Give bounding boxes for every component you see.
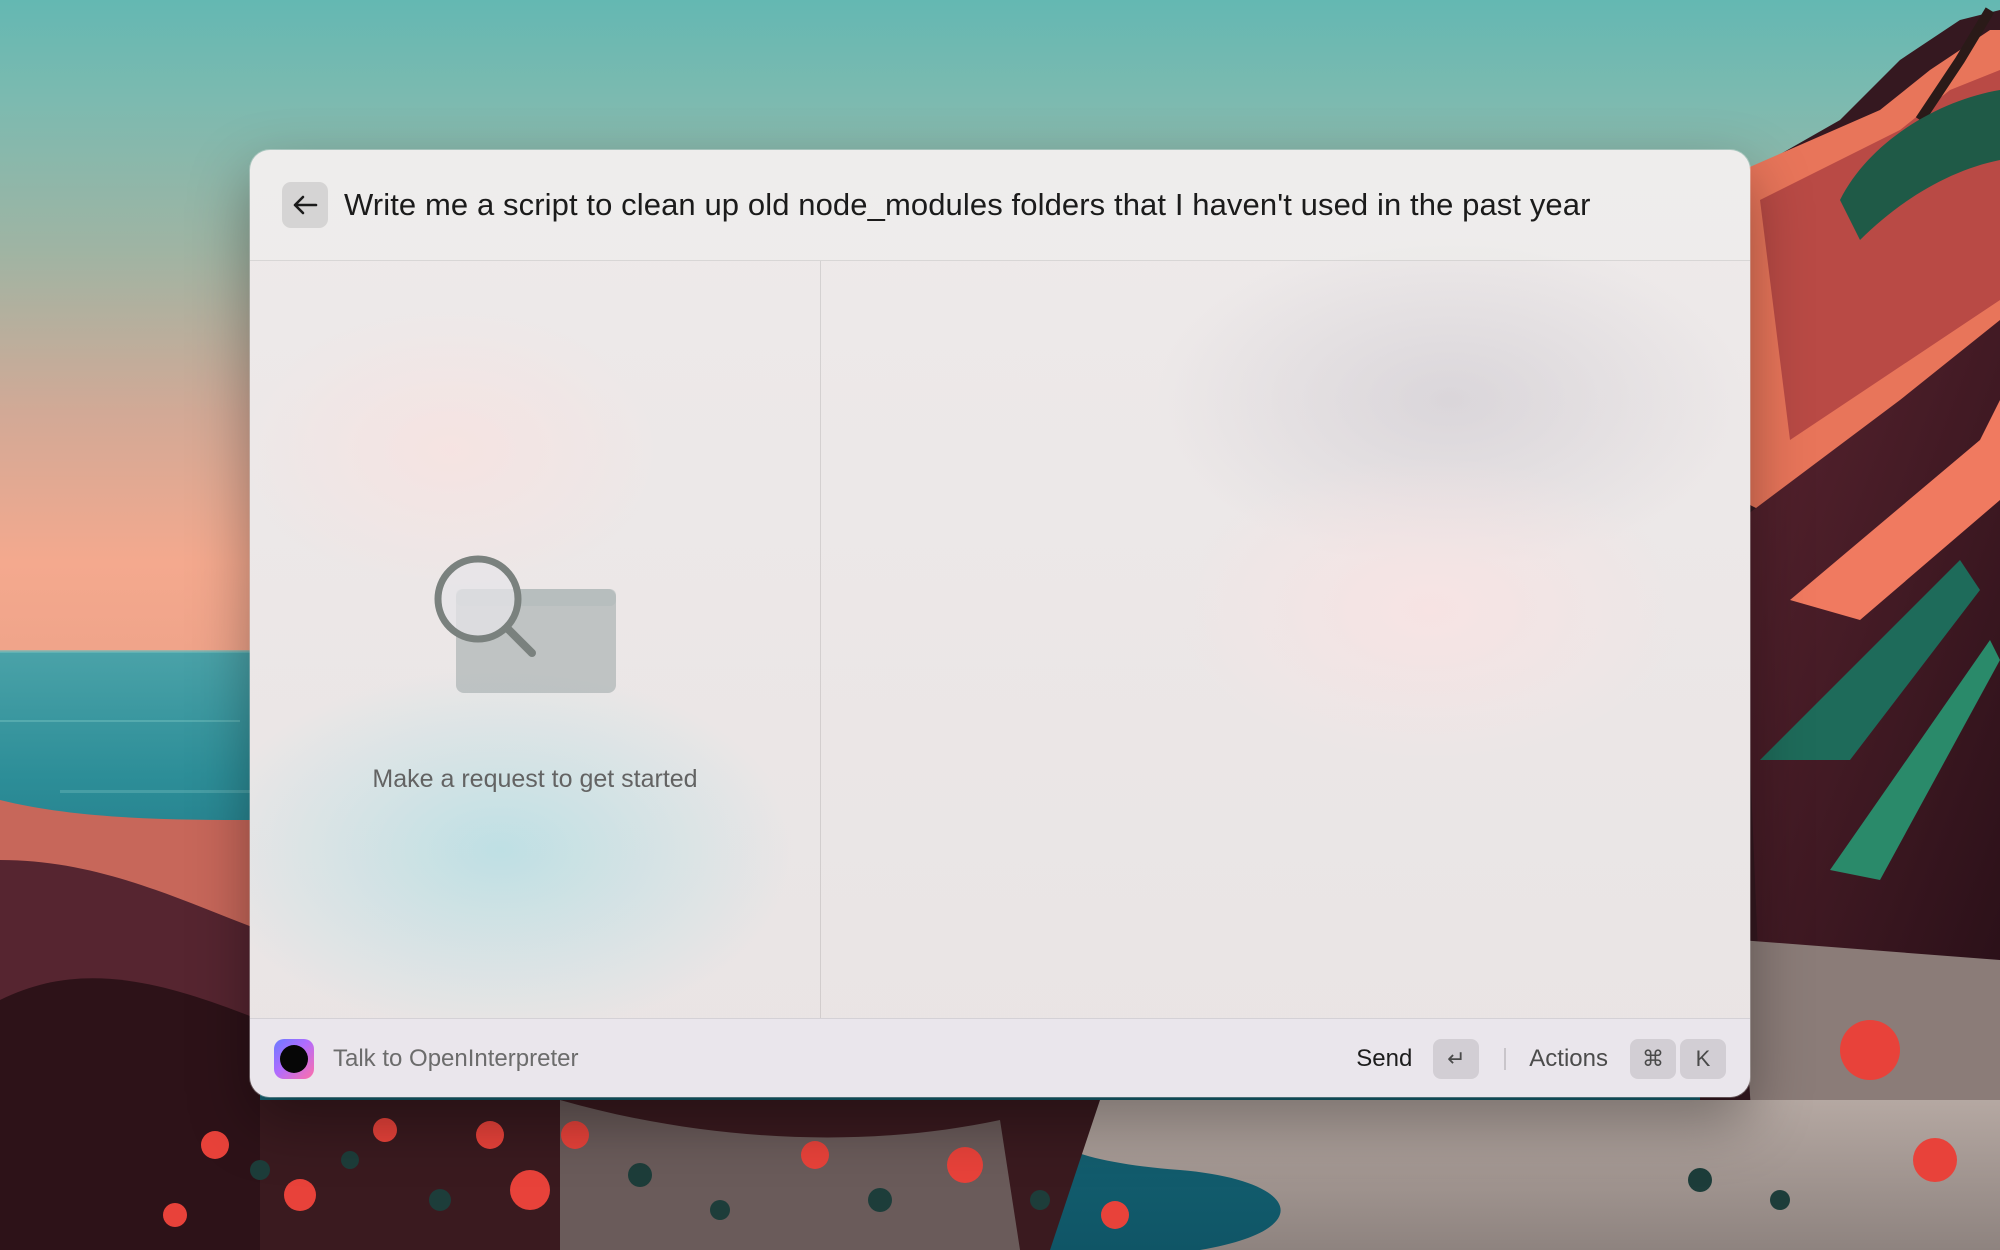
action-bar: Talk to OpenInterpreter Send ↵ Actions ⌘… [250, 1018, 1750, 1097]
query-input[interactable]: Write me a script to clean up old node_m… [344, 187, 1591, 223]
actions-button[interactable]: Actions [1529, 1045, 1608, 1073]
detail-pane [821, 261, 1750, 1018]
arrow-left-icon [293, 195, 318, 215]
enter-key-icon: ↵ [1433, 1038, 1480, 1079]
openinterpreter-icon [274, 1038, 314, 1079]
app-icon-dot [280, 1044, 308, 1073]
command-key-icon: ⌘ [1630, 1038, 1676, 1079]
k-key: K [1680, 1038, 1726, 1079]
back-button[interactable] [282, 182, 328, 228]
empty-state-message: Make a request to get started [372, 765, 698, 793]
magnifier-window-icon [434, 555, 616, 693]
app-label: Talk to OpenInterpreter [333, 1044, 579, 1072]
launcher-window: Write me a script to clean up old node_m… [250, 150, 1750, 1097]
results-list-pane: Make a request to get started [250, 261, 821, 1018]
send-button[interactable]: Send [1356, 1045, 1412, 1073]
footer-divider [1504, 1047, 1507, 1070]
search-header: Write me a script to clean up old node_m… [250, 150, 1750, 261]
